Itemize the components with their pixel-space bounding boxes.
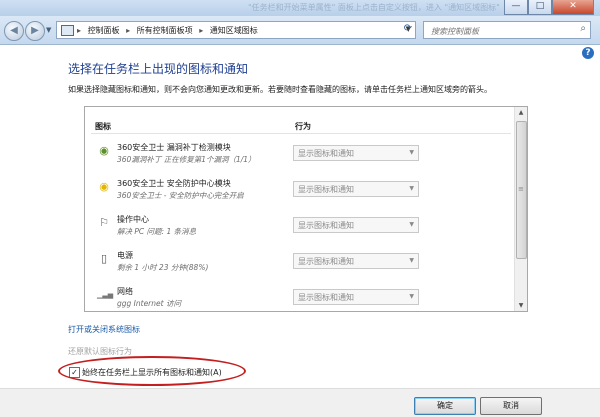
- dialog-footer: 确定 取消: [0, 388, 600, 417]
- cancel-button[interactable]: 取消: [480, 397, 542, 415]
- list-item-status: 360安全卫士 - 安全防护中心完全开启: [117, 191, 244, 200]
- behavior-select-value: 显示图标和通知: [298, 221, 354, 230]
- title-bar-faint-text: "任务栏和开始菜单属性" 面板上点击自定义按钮，进入 "通知区域图标": [248, 3, 500, 12]
- list-item: ▯ 电源 剩余 1 小时 23 分钟(88%) 显示图标和通知 ▼: [85, 247, 515, 281]
- header-divider: [91, 133, 511, 134]
- ok-button[interactable]: 确定: [414, 397, 476, 415]
- list-item-name: 360安全卫士 漏洞补丁检测模块: [117, 143, 231, 152]
- title-bar: "任务栏和开始菜单属性" 面板上点击自定义按钮，进入 "通知区域图标" — □ …: [0, 0, 600, 16]
- breadcrumb-separator: ▸: [199, 26, 204, 35]
- search-input[interactable]: [429, 23, 573, 39]
- back-arrow-icon: ◀: [10, 25, 18, 36]
- chevron-down-icon: ▼: [409, 257, 414, 264]
- breadcrumb-separator: ▸: [126, 26, 131, 35]
- scroll-up-icon[interactable]: ▲: [515, 107, 527, 118]
- column-header-icons: 图标: [95, 122, 111, 131]
- shield-360-icon: ◉: [99, 144, 109, 157]
- help-icon[interactable]: ?: [582, 47, 594, 59]
- search-box[interactable]: ⌕: [423, 21, 591, 39]
- list-item: ▁▃▅ 网络 ggg Internet 访问 显示图标和通知 ▼: [85, 283, 515, 311]
- list-item-status: ggg Internet 访问: [117, 299, 181, 308]
- forward-arrow-icon: ▶: [31, 25, 39, 36]
- window-controls: — □ ✕: [504, 0, 594, 15]
- breadcrumb-notification-icons[interactable]: 通知区域图标: [210, 26, 258, 35]
- scroll-down-icon[interactable]: ▼: [515, 300, 527, 311]
- notification-icons-list[interactable]: 图标 行为 ◉ 360安全卫士 漏洞补丁检测模块 360漏洞补丁 正在修复第1个…: [84, 106, 528, 312]
- list-item: ◉ 360安全卫士 安全防护中心模块 360安全卫士 - 安全防护中心完全开启 …: [85, 175, 515, 209]
- refresh-icon: ⟳: [403, 23, 413, 34]
- list-item-name: 360安全卫士 安全防护中心模块: [117, 179, 231, 188]
- behavior-select-value: 显示图标和通知: [298, 293, 354, 302]
- column-header-behavior: 行为: [295, 122, 311, 131]
- behavior-select[interactable]: 显示图标和通知 ▼: [293, 253, 419, 269]
- highlight-annotation: [58, 356, 246, 386]
- page-title: 选择在任务栏上出现的图标和通知: [68, 62, 249, 76]
- flag-icon: ⚐: [99, 216, 109, 229]
- list-scrollbar[interactable]: ▲ ≡ ▼: [514, 107, 527, 311]
- breadcrumb-all-items[interactable]: 所有控制面板项: [137, 26, 193, 35]
- back-button[interactable]: ◀: [4, 21, 24, 41]
- list-item: ◉ 360安全卫士 漏洞补丁检测模块 360漏洞补丁 正在修复第1个漏洞（1/1…: [85, 139, 515, 173]
- forward-button[interactable]: ▶: [25, 21, 45, 41]
- behavior-select-value: 显示图标和通知: [298, 149, 354, 158]
- chevron-down-icon: ▼: [409, 149, 414, 156]
- navigation-bar: ◀ ▶ ▼ ▸ 控制面板 ▸ 所有控制面板项 ▸ 通知区域图标 ▼ ⟳ ⌕: [0, 16, 600, 45]
- search-icon[interactable]: ⌕: [580, 23, 586, 34]
- breadcrumb-control-panel[interactable]: 控制面板: [88, 26, 120, 35]
- shield-360-green-icon: ◉: [99, 180, 109, 193]
- breadcrumb: ▸ 控制面板 ▸ 所有控制面板项 ▸ 通知区域图标: [77, 25, 262, 36]
- address-bar[interactable]: ▸ 控制面板 ▸ 所有控制面板项 ▸ 通知区域图标 ▼: [56, 21, 416, 39]
- page-description: 如果选择隐藏图标和通知，则不会向您通知更改和更新。若要随时查看隐藏的图标，请单击…: [68, 85, 492, 94]
- close-button[interactable]: ✕: [552, 0, 594, 15]
- chevron-down-icon: ▼: [409, 185, 414, 192]
- scrollbar-grip-icon: ≡: [518, 185, 524, 193]
- behavior-select-value: 显示图标和通知: [298, 185, 354, 194]
- network-icon: ▁▃▅: [97, 291, 114, 299]
- list-item-status: 360漏洞补丁 正在修复第1个漏洞（1/1）: [117, 155, 256, 164]
- behavior-select[interactable]: 显示图标和通知 ▼: [293, 289, 419, 305]
- chevron-down-icon: ▼: [409, 293, 414, 300]
- restore-defaults-link[interactable]: 还原默认图标行为: [68, 346, 132, 357]
- behavior-select[interactable]: 显示图标和通知 ▼: [293, 145, 419, 161]
- battery-icon: ▯: [100, 252, 108, 265]
- behavior-select-value: 显示图标和通知: [298, 257, 354, 266]
- list-item: ⚐ 操作中心 解决 PC 问题: 1 条消息 显示图标和通知 ▼: [85, 211, 515, 245]
- list-item-name: 电源: [117, 251, 133, 260]
- maximize-button[interactable]: □: [528, 0, 552, 15]
- list-item-status: 剩余 1 小时 23 分钟(88%): [117, 263, 209, 272]
- behavior-select[interactable]: 显示图标和通知 ▼: [293, 217, 419, 233]
- chevron-down-icon: ▼: [409, 221, 414, 228]
- minimize-button[interactable]: —: [504, 0, 528, 15]
- system-icons-link[interactable]: 打开或关闭系统图标: [68, 324, 140, 335]
- list-item-name: 操作中心: [117, 215, 149, 224]
- list-item-status: 解决 PC 问题: 1 条消息: [117, 227, 197, 236]
- recent-pages-dropdown[interactable]: ▼: [46, 26, 51, 34]
- behavior-select[interactable]: 显示图标和通知 ▼: [293, 181, 419, 197]
- refresh-button[interactable]: ⟳: [401, 21, 415, 37]
- breadcrumb-separator: ▸: [77, 26, 82, 35]
- list-item-name: 网络: [117, 287, 133, 296]
- control-panel-icon: [61, 25, 74, 36]
